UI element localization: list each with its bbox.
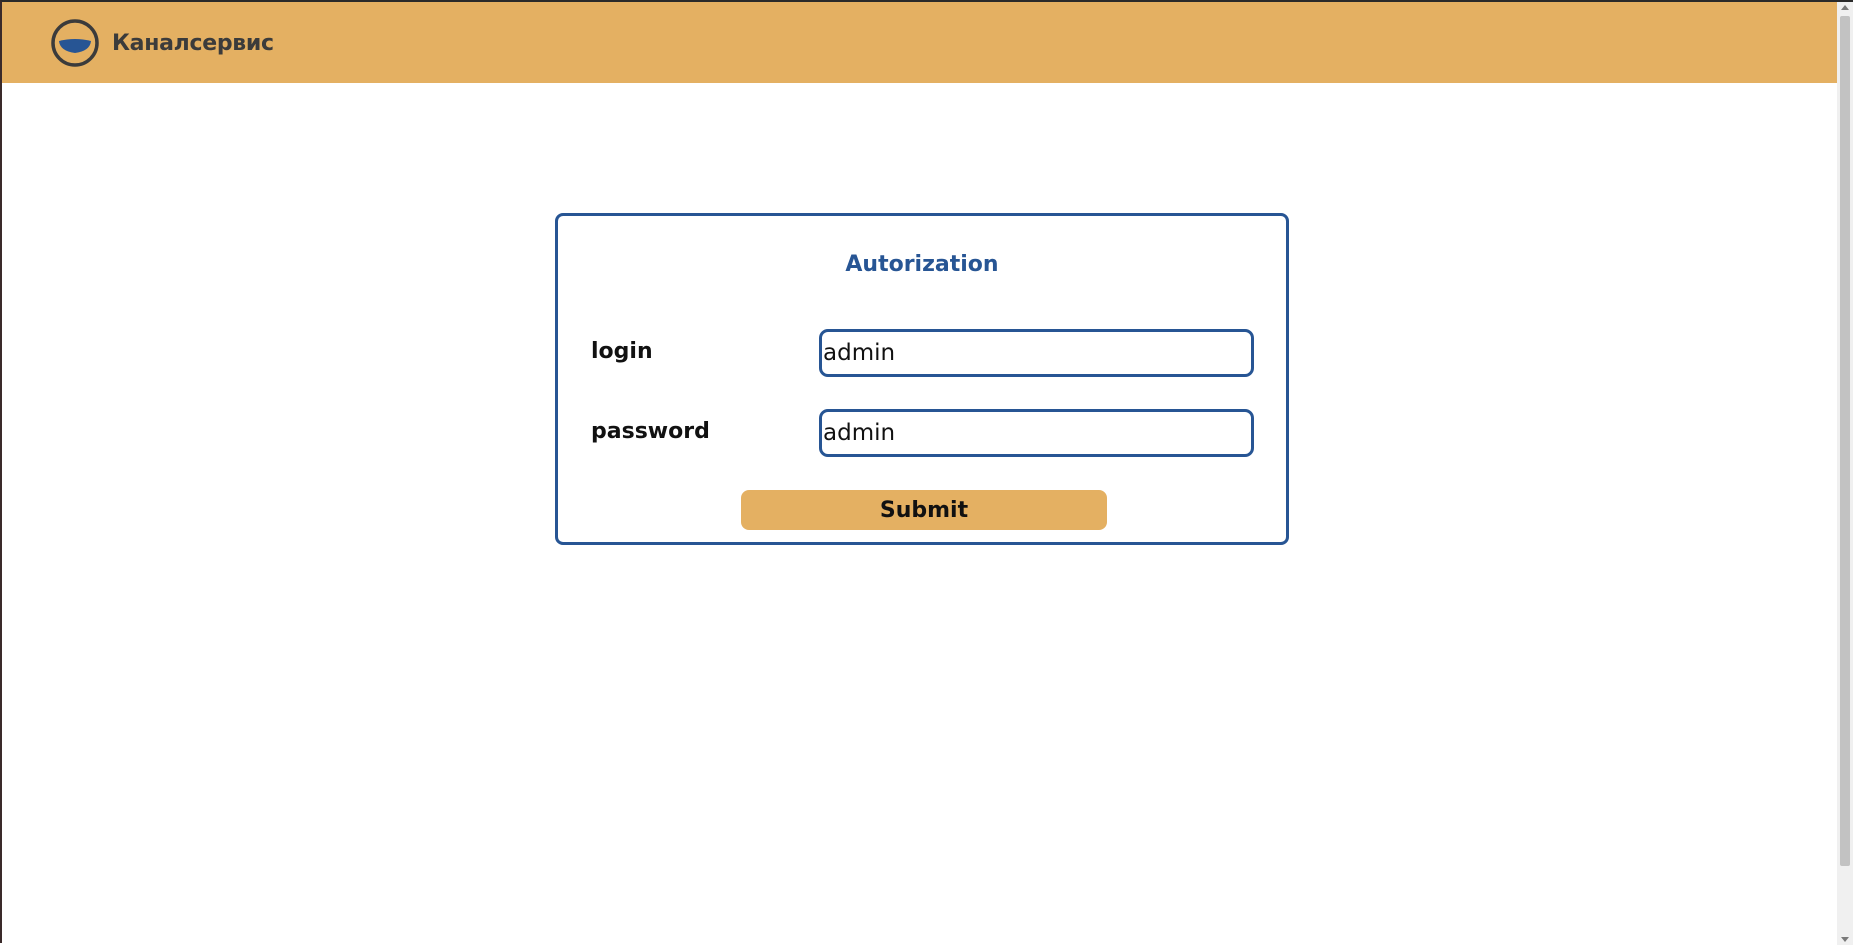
top-header-bar: Каналсервис	[2, 2, 1839, 83]
brand-logo-link[interactable]: Каналсервис	[50, 18, 274, 68]
page: Каналсервис Autorization login password …	[0, 0, 1853, 945]
scroll-up-arrow-icon[interactable]	[1841, 5, 1849, 10]
submit-button[interactable]: Submit	[741, 490, 1107, 530]
form-title: Autorization	[845, 252, 999, 277]
water-bowl-icon	[51, 19, 99, 67]
scroll-down-arrow-icon[interactable]	[1841, 937, 1849, 942]
brand-name: Каналсервис	[112, 30, 274, 56]
authorization-form: Autorization login password Submit	[555, 213, 1289, 545]
vertical-scrollbar[interactable]	[1837, 2, 1853, 945]
scrollbar-thumb[interactable]	[1840, 16, 1850, 866]
login-label: login	[591, 339, 653, 364]
login-input[interactable]	[819, 329, 1254, 377]
password-input[interactable]	[819, 409, 1254, 457]
password-label: password	[591, 419, 710, 444]
